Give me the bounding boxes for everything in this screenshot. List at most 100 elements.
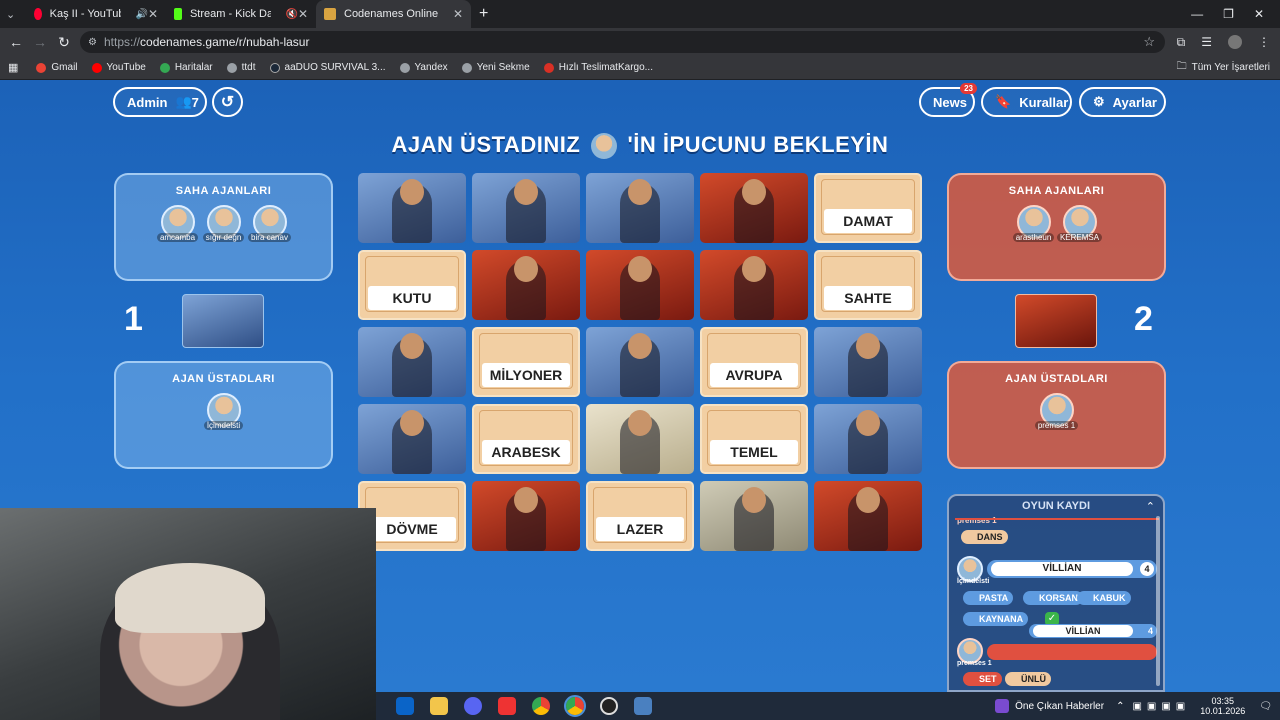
close-window-icon[interactable]: ✕ [1254, 7, 1264, 21]
red-agent-card[interactable] [700, 173, 808, 243]
reload-icon[interactable]: ↻ [52, 34, 76, 51]
site-info-icon[interactable]: ⚙ [88, 37, 97, 48]
file-explorer-icon[interactable] [430, 697, 448, 715]
all-bookmarks[interactable]: 🗀 Tüm Yer İşaretleri [1177, 59, 1270, 76]
bookmark-ttdt[interactable]: ttdt [226, 62, 256, 73]
word-card[interactable]: AVRUPA [700, 327, 808, 397]
app-icon[interactable] [634, 697, 652, 715]
clock[interactable]: 03:35 10.01.2026 [1200, 696, 1245, 716]
speaker-icon[interactable]: 🔊 [135, 9, 147, 20]
card-word: LAZER [596, 517, 684, 541]
extensions-icon[interactable]: ⧉ [1177, 35, 1186, 50]
rules-button[interactable]: 🔖 Kurallar [981, 87, 1072, 117]
scrollbar[interactable] [1156, 516, 1160, 686]
obs-icon[interactable] [600, 697, 618, 715]
settings-button[interactable]: ⚙ Ayarlar [1079, 87, 1166, 117]
tab-label: Kaş II - YouTube Music [49, 8, 122, 20]
news-widget-icon[interactable] [995, 699, 1010, 713]
blue-agent-card[interactable] [586, 173, 694, 243]
log-guess-chip: KABUK [1077, 591, 1131, 605]
player-avatar[interactable]: sığır değn [202, 205, 245, 242]
word-card[interactable]: ARABESK [472, 404, 580, 474]
player-avatar[interactable]: premses 1 [1027, 393, 1087, 430]
close-icon[interactable]: ✕ [148, 7, 158, 21]
agent-head [628, 179, 652, 205]
player-avatar[interactable]: bira canav [248, 205, 291, 242]
new-tab-button[interactable]: + [471, 0, 496, 28]
bookmark-yandex[interactable]: Yandex [399, 62, 448, 73]
news-button[interactable]: News 23 [919, 83, 977, 117]
red-agent-card[interactable] [472, 481, 580, 551]
red-score: 2 [1134, 300, 1153, 338]
menu-kebab-icon[interactable]: ⋮ [1258, 35, 1270, 50]
tab-codenames[interactable]: Codenames Online ✕ [316, 0, 471, 28]
bookmark-new-tab[interactable]: Yeni Sekme [461, 62, 530, 73]
red-agent-card[interactable] [586, 250, 694, 320]
reading-list-icon[interactable]: ☰ [1201, 35, 1212, 50]
back-icon[interactable]: ← [4, 34, 28, 50]
agent-head [514, 256, 538, 282]
bookmark-maps[interactable]: Haritalar [159, 62, 213, 73]
blue-agent-card[interactable] [358, 404, 466, 474]
neutral-agent-card[interactable] [586, 404, 694, 474]
tab-list-button[interactable]: ⌄ [0, 0, 26, 28]
assassin-agent-card[interactable] [700, 481, 808, 551]
word-card[interactable]: SAHTE [814, 250, 922, 320]
word-card[interactable]: LAZER [586, 481, 694, 551]
tab-label: Codenames Online [344, 8, 439, 20]
bookmark-gmail[interactable]: Gmail [36, 62, 78, 73]
word-card[interactable]: KUTU [358, 250, 466, 320]
apps-grid-icon[interactable]: ▦ [8, 61, 18, 74]
tab-youtube-music[interactable]: Kaş II - YouTube Music 🔊 ✕ [26, 0, 166, 28]
bookmark-duo-survival[interactable]: aaDUO SURVIVAL 3... [269, 62, 386, 73]
word-card[interactable]: MİLYONER [472, 327, 580, 397]
url-field[interactable]: ⚙ https:// codenames.game/r/nubah-lasur … [80, 31, 1165, 53]
bookmark-star-icon[interactable]: ☆ [1143, 34, 1155, 50]
player-avatar[interactable]: İçimdelsti [194, 393, 254, 430]
discord-icon[interactable] [464, 697, 482, 715]
blue-agent-card[interactable] [358, 327, 466, 397]
maps-icon [159, 62, 170, 73]
red-agent-card[interactable] [814, 481, 922, 551]
red-agent-card[interactable] [700, 250, 808, 320]
bookmark-youtube[interactable]: YouTube [91, 62, 146, 73]
tray-chevron-icon[interactable]: ⌃ [1116, 701, 1124, 712]
blue-agent-card[interactable] [358, 173, 466, 243]
player-count: 7 [191, 94, 199, 110]
player-avatar[interactable]: KEREMSA [1056, 205, 1103, 242]
admin-button[interactable]: Admin 👥 7 [113, 87, 207, 117]
tray-icons[interactable]: ▣▣▣▣ [1132, 701, 1190, 712]
card-word: KUTU [368, 286, 456, 310]
chrome-icon[interactable] [532, 697, 550, 715]
word-card[interactable]: TEMEL [700, 404, 808, 474]
red-agent-card[interactable] [472, 250, 580, 320]
wps-icon[interactable] [498, 697, 516, 715]
bookmark-hizli-teslimat[interactable]: Hızlı TeslimatKargo... [543, 62, 653, 73]
chrome-icon[interactable] [564, 695, 586, 717]
muted-speaker-icon[interactable]: 🔇 [285, 9, 297, 20]
blue-agent-card[interactable] [814, 327, 922, 397]
bookmarks-bar: ▦ Gmail YouTube Haritalar ttdt aaDUO SUR… [0, 56, 1280, 80]
blue-agent-card[interactable] [586, 327, 694, 397]
agent-head [514, 179, 538, 205]
log-guess-chip: PASTA [963, 591, 1014, 605]
word-card[interactable]: DAMAT [814, 173, 922, 243]
blue-agent-card[interactable] [472, 173, 580, 243]
reset-icon: ↺ [220, 94, 235, 111]
news-widget-label[interactable]: Öne Çıkan Haberler [1015, 701, 1104, 712]
admin-label: Admin [127, 94, 168, 110]
player-avatar[interactable]: arastheun [1012, 205, 1055, 242]
close-icon[interactable]: ✕ [298, 7, 308, 21]
forward-icon[interactable]: → [28, 34, 52, 50]
reset-button[interactable]: ↺ [212, 87, 243, 117]
minimize-icon[interactable]: — [1191, 7, 1203, 21]
maximize-icon[interactable]: ❐ [1223, 7, 1234, 21]
outlook-icon[interactable] [396, 697, 414, 715]
blue-agent-card[interactable] [814, 404, 922, 474]
notification-icon[interactable]: 🗨 [1259, 701, 1272, 712]
close-icon[interactable]: ✕ [453, 7, 463, 21]
collapse-chevron-icon[interactable]: ⌃ [1146, 500, 1155, 513]
tab-kick-dashboard[interactable]: Stream - Kick Dashboard 🔇 ✕ [166, 0, 316, 28]
profile-avatar[interactable] [1228, 34, 1242, 49]
player-avatar[interactable]: amcamba [156, 205, 199, 242]
